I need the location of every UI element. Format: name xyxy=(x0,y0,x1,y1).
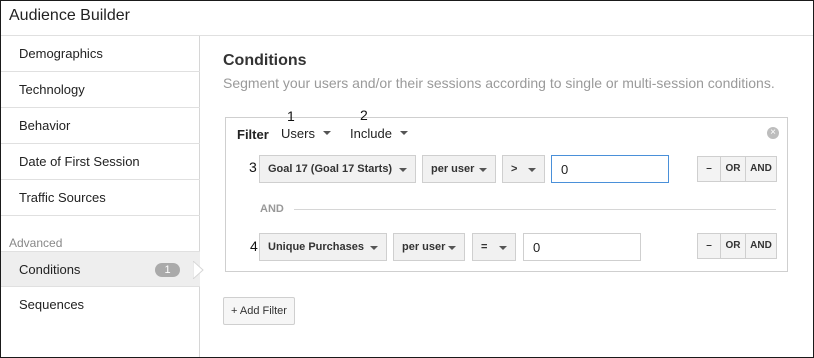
operator-dropdown[interactable]: > xyxy=(502,155,545,183)
step-marker-3: 3 xyxy=(249,159,257,175)
page-title: Conditions xyxy=(223,52,307,69)
metric-dropdown[interactable]: Unique Purchases xyxy=(259,233,387,261)
main-content: Conditions Segment your users and/or the… xyxy=(200,36,813,357)
sidebar-item-sequences[interactable]: Sequences xyxy=(1,287,200,323)
count-badge: 1 xyxy=(155,263,180,277)
chevron-down-icon xyxy=(370,246,378,250)
filter-scope-dropdown[interactable]: Users xyxy=(281,126,331,141)
sidebar-item-conditions[interactable]: Conditions 1 xyxy=(1,251,204,287)
filter-panel: Filter 1 Users 2 Include × 3 Goal 17 (Go… xyxy=(225,107,788,272)
per-value: per user xyxy=(402,241,446,253)
metric-value: Unique Purchases xyxy=(268,241,364,253)
per-dropdown[interactable]: per user xyxy=(393,233,465,261)
chevron-down-icon xyxy=(399,168,407,172)
remove-row-button[interactable]: – xyxy=(698,157,721,181)
sidebar-section-advanced: Advanced xyxy=(9,236,63,250)
chevron-down-icon xyxy=(528,168,536,172)
value-input[interactable]: 0 xyxy=(523,233,641,261)
filter-mode-value: Include xyxy=(350,126,392,141)
add-filter-button[interactable]: + Add Filter xyxy=(223,297,295,325)
or-button[interactable]: OR xyxy=(721,157,746,181)
sidebar-item-traffic-sources[interactable]: Traffic Sources xyxy=(1,180,200,216)
sidebar-item-date-of-first-session[interactable]: Date of First Session xyxy=(1,144,200,180)
sidebar-item-label: Demographics xyxy=(19,46,103,61)
and-separator-label: AND xyxy=(260,203,284,215)
per-dropdown[interactable]: per user xyxy=(422,155,496,183)
sidebar-item-label: Sequences xyxy=(19,297,85,312)
page-subtitle: Segment your users and/or their sessions… xyxy=(223,75,775,91)
per-value: per user xyxy=(431,163,475,175)
or-button[interactable]: OR xyxy=(721,234,746,258)
chevron-down-icon xyxy=(322,131,331,135)
step-marker-2: 2 xyxy=(360,107,368,123)
sidebar-item-label: Technology xyxy=(19,82,85,97)
and-button[interactable]: AND xyxy=(746,157,776,181)
sidebar: Demographics Technology Behavior Date of… xyxy=(1,36,204,357)
chevron-down-icon xyxy=(399,131,408,135)
metric-dropdown[interactable]: Goal 17 (Goal 17 Starts) xyxy=(259,155,416,183)
sidebar-item-label: Date of First Session xyxy=(19,154,140,169)
and-button[interactable]: AND xyxy=(746,234,776,258)
value-input[interactable]: 0 xyxy=(551,155,669,183)
title-bar: Audience Builder xyxy=(1,1,813,36)
app-title: Audience Builder xyxy=(9,7,130,24)
filter-label: Filter xyxy=(237,127,269,142)
sidebar-item-label: Conditions xyxy=(19,262,81,277)
chevron-down-icon xyxy=(479,168,487,172)
sidebar-item-demographics[interactable]: Demographics xyxy=(1,36,200,72)
row-actions: – OR AND xyxy=(697,156,777,182)
and-separator-line xyxy=(294,209,776,210)
chevron-down-icon xyxy=(499,246,507,250)
value-text: 0 xyxy=(561,162,569,177)
step-marker-4: 4 xyxy=(250,238,258,254)
sidebar-item-technology[interactable]: Technology xyxy=(1,72,200,108)
chevron-down-icon xyxy=(448,246,456,250)
sidebar-item-label: Behavior xyxy=(19,118,71,133)
remove-row-button[interactable]: – xyxy=(698,234,721,258)
operator-dropdown[interactable]: = xyxy=(472,233,516,261)
sidebar-item-label: Traffic Sources xyxy=(19,190,106,205)
operator-value: > xyxy=(511,163,518,175)
metric-value: Goal 17 (Goal 17 Starts) xyxy=(268,163,393,175)
step-marker-1: 1 xyxy=(287,108,295,124)
operator-value: = xyxy=(481,241,488,253)
filter-mode-dropdown[interactable]: Include xyxy=(350,126,408,141)
filter-scope-value: Users xyxy=(281,126,315,141)
value-text: 0 xyxy=(533,240,541,255)
sidebar-item-behavior[interactable]: Behavior xyxy=(1,108,200,144)
row-actions: – OR AND xyxy=(697,233,777,259)
close-icon[interactable]: × xyxy=(767,127,779,139)
